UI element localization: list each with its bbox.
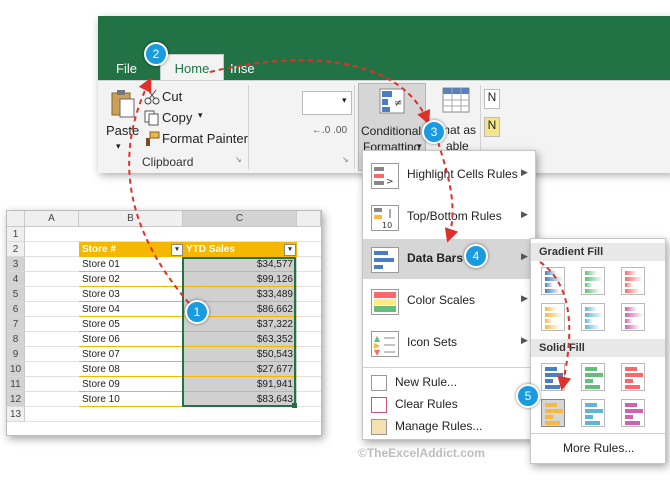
arrow-step-4-to-5 <box>539 261 572 391</box>
step-1-badge: 1 <box>185 300 209 324</box>
watermark: ©TheExcelAddict.com <box>358 446 485 460</box>
step-3-badge: 3 <box>422 120 446 144</box>
arrow-step-1-to-2 <box>128 77 196 311</box>
step-5-badge: 5 <box>516 384 540 408</box>
step-4-badge: 4 <box>464 244 488 268</box>
annotation-arrows <box>128 59 572 391</box>
step-2-badge: 2 <box>144 42 168 66</box>
arrow-step-2-to-3 <box>209 59 431 125</box>
arrow-step-3-to-4 <box>437 141 459 243</box>
